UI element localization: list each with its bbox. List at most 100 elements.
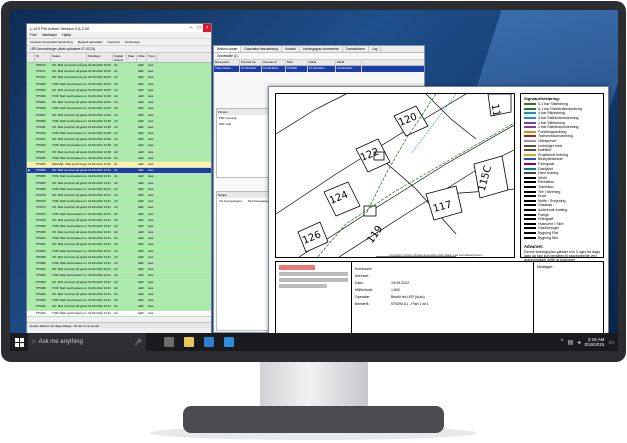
cell-source: LER xyxy=(138,149,144,154)
legend-label: kvælstof xyxy=(538,148,552,153)
clock[interactable]: 3:16 AM 3/16/2015 xyxy=(584,337,604,347)
cell-received: 19-09-2012 13:31 xyxy=(88,298,111,303)
cell-digital: A3 xyxy=(114,205,118,210)
request-table: 575473 OK: Mail med kortet på græsk 20-09-… xyxy=(27,63,211,322)
cell-received: 19-09-2012 13:31 xyxy=(88,279,111,284)
mail-icon[interactable] xyxy=(224,337,234,347)
cell-nr: 575390 xyxy=(36,168,46,173)
col-type[interactable]: Type xyxy=(147,53,157,63)
table-row[interactable]: 575340 TOM: Mail med besked om... 19-09-20… xyxy=(27,310,211,317)
cell-received: 19-09-2012 16:03 xyxy=(88,81,111,86)
accept-auto-button[interactable]: Acceptér automatisk behandling xyxy=(30,40,73,44)
cell-marker xyxy=(27,100,35,105)
cell-marker xyxy=(27,156,35,161)
tab-setup[interactable]: Besked opsæt xyxy=(214,46,242,52)
cell-nr: 575358 xyxy=(36,254,46,259)
task-view-icon[interactable] xyxy=(164,337,174,347)
window-titlebar[interactable]: L-VIS PbI Admin Version 2.8.2.30 – □ × xyxy=(27,24,211,32)
map-frame[interactable]: 120 122 124 126 117 115C 11 119 xyxy=(275,93,515,258)
cell-nr: 575380 xyxy=(36,186,46,191)
note-value: 575390 A1 - Plan 1 af 1 xyxy=(391,302,429,306)
cell-marker xyxy=(27,261,35,266)
file-explorer-icon[interactable] xyxy=(184,337,194,347)
microphone-icon[interactable]: 🎤︎ xyxy=(134,339,142,346)
map-document[interactable]: 120 122 124 126 117 115C 11 119 Copyrigh… xyxy=(268,86,609,344)
cell-received: 19-09-2012 13:46 xyxy=(88,162,111,166)
show-request-button[interactable]: Vis Forespørgsel xyxy=(219,199,242,203)
dcol-1[interactable]: Beregn/erv xyxy=(214,60,240,65)
network-icon[interactable]: ▤ xyxy=(568,339,574,346)
scale-value: 1:500 xyxy=(391,288,400,292)
dcol-6[interactable]: Mail3 xyxy=(336,60,362,65)
cell-digital: A3 xyxy=(114,310,118,315)
cell-source: LER xyxy=(138,81,144,86)
cell-source: LER xyxy=(138,186,144,191)
menu-tools[interactable]: Værktøjer xyxy=(42,33,57,37)
legend-label: Muffe / Svejsning xyxy=(538,198,566,203)
tab-gas[interactable]: Gasmatiar besvarelsing xyxy=(241,46,282,52)
recalc-button[interactable]: Genberegn xyxy=(125,40,140,44)
legend-swatch xyxy=(524,199,536,202)
admin-window[interactable]: L-VIS PbI Admin Version 2.8.2.30 – □ × F… xyxy=(26,23,212,339)
cell-source: LER xyxy=(138,69,144,74)
legend-swatch xyxy=(524,204,536,207)
pdf-item[interactable]: PDF side xyxy=(217,121,275,127)
search-box[interactable]: ○ Ask me anything 🎤︎ xyxy=(28,333,146,351)
cell-digital: A3 xyxy=(114,118,118,123)
tab-comment[interactable]: Ledningsgrav kommentar xyxy=(300,46,343,52)
dcol-5[interactable]: Mail2 xyxy=(308,60,336,65)
dcol-4[interactable]: Mail xyxy=(286,60,308,65)
minimize-button[interactable]: – xyxy=(187,24,195,32)
col-source[interactable]: Kilde xyxy=(137,53,147,63)
subbar-label: Graveskilte (1) xyxy=(217,54,238,58)
cell-status: TOM: Mail med besked om... xyxy=(52,186,87,191)
notifications-icon[interactable]: ▭ xyxy=(608,339,614,346)
cell-marker xyxy=(27,249,35,254)
volume-icon[interactable]: ◂ xyxy=(577,339,580,346)
dcol-2[interactable]: Periode fra xyxy=(240,60,262,65)
col-nr[interactable]: Nr xyxy=(35,53,51,63)
cell-type: Gas xyxy=(148,186,154,191)
dcol-3[interactable]: Periode til xyxy=(262,60,286,65)
manual-button[interactable]: Manuelt behandlet xyxy=(78,40,103,44)
cell-received: 19-09-2012 13:31 xyxy=(88,205,111,210)
request-button[interactable]: Skal forespørge xyxy=(248,199,269,203)
start-button[interactable] xyxy=(10,333,28,351)
resend-button[interactable]: Genhend xyxy=(107,40,119,44)
close-button[interactable]: × xyxy=(203,24,211,32)
cell-digital: A3 xyxy=(114,137,118,142)
col-status[interactable]: Status xyxy=(51,53,87,63)
cell-paper xyxy=(127,88,137,93)
col-received[interactable]: Modtaget xyxy=(87,53,113,63)
cell-type: Gas xyxy=(148,180,154,185)
cell-received: 19-09-2012 14:00 xyxy=(88,106,111,111)
cell-digital: A3 xyxy=(114,279,118,284)
menu-file[interactable]: Filer xyxy=(30,33,37,37)
cell-status: TOM: Mail med besked om... xyxy=(52,211,87,216)
status-bar: Henter data for 10 dage tilbage - fik hø… xyxy=(27,322,211,328)
search-placeholder: Ask me anything xyxy=(38,339,83,345)
tab-contact[interactable]: Kontakt xyxy=(282,46,300,52)
cell-type: Gas xyxy=(148,87,154,92)
col-digital[interactable]: Digitalt afsend. xyxy=(113,53,127,63)
legend-swatch xyxy=(524,130,536,133)
tab-transactions[interactable]: Transaktioner xyxy=(343,46,370,52)
cell-digital: A3 xyxy=(114,261,118,265)
cortana-icon: ○ xyxy=(32,339,36,345)
menu-help[interactable]: Hjælp xyxy=(62,33,71,37)
col-paper[interactable]: Paar xyxy=(127,53,137,63)
table-row[interactable]: Vidar Aktive... 07-09-2012 19-09-2012 57… xyxy=(214,66,424,72)
cell-status: TOM: Mail med besked om... xyxy=(52,131,87,136)
legend-swatch xyxy=(524,153,536,156)
col-marker[interactable] xyxy=(27,53,35,63)
maximize-button[interactable]: □ xyxy=(195,24,203,32)
cell-digital: A3 xyxy=(114,236,118,241)
cell-status: OK: Mail med kort på græsk xyxy=(52,87,87,92)
browser-icon[interactable] xyxy=(204,337,214,347)
cell-paper xyxy=(127,137,137,142)
cell: 19-09-2012 xyxy=(262,66,286,72)
chevron-up-icon[interactable]: ^ xyxy=(561,339,564,345)
cell-digital: A1 xyxy=(114,69,118,74)
tab-log[interactable]: Log xyxy=(369,46,382,52)
cell-paper xyxy=(127,280,137,285)
